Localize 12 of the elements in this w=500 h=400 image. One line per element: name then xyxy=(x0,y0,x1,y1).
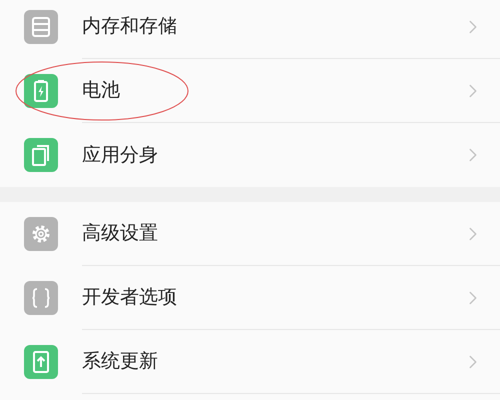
battery-icon xyxy=(24,74,58,108)
row-label: 系统更新 xyxy=(82,349,159,374)
settings-icon xyxy=(24,217,58,251)
row-label: 电池 xyxy=(82,78,121,104)
phone-update-icon xyxy=(24,345,58,379)
storage-icon xyxy=(24,10,58,44)
row-label: 应用分身 xyxy=(82,142,159,168)
row-label: 开发者选项 xyxy=(82,285,178,310)
row-label: 内存和存储 xyxy=(82,14,178,40)
braces-icon xyxy=(24,281,58,315)
row-label: 高级设置 xyxy=(82,221,159,246)
stacked-cards-icon xyxy=(24,138,58,172)
